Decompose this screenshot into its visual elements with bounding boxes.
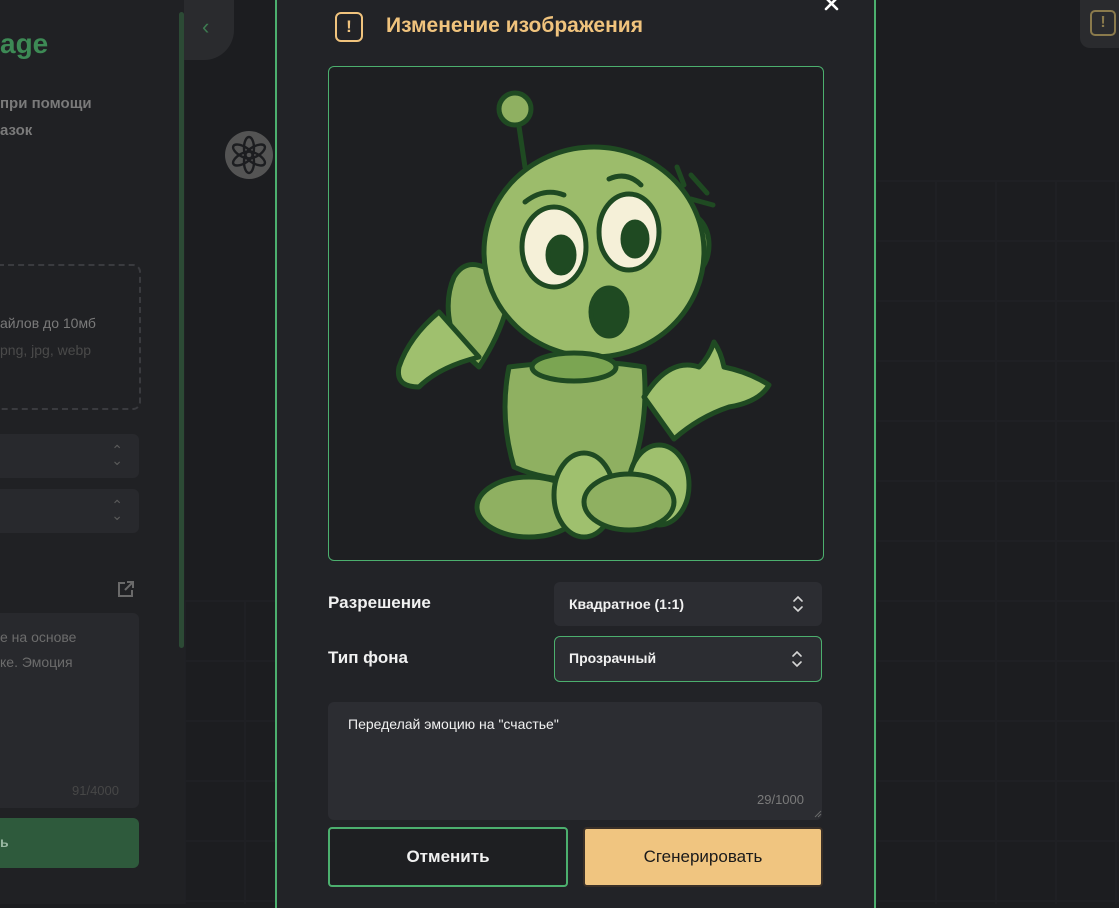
cancel-button[interactable]: Отменить — [328, 827, 568, 887]
generate-button[interactable]: Сгенерировать — [583, 827, 823, 887]
chevron-updown-icon — [793, 595, 803, 613]
bg-prompt-line-2: ке. Эмоция — [0, 654, 73, 670]
subtitle-line-1: при помощи — [0, 95, 92, 112]
bg-select-1[interactable]: ⌃ ⌄ — [0, 434, 139, 478]
modal-title: Изменение изображения — [386, 14, 643, 37]
bg-prompt-line-1: е на основе — [0, 629, 77, 645]
background-pattern — [184, 600, 276, 904]
subtitle-line-2: азок — [0, 122, 33, 139]
warning-icon: ! — [1090, 10, 1116, 36]
warning-icon: ! — [335, 12, 363, 42]
image-preview — [328, 66, 824, 561]
background-type-label: Тип фона — [328, 648, 408, 667]
chevron-updown-icon: ⌃ ⌄ — [111, 497, 123, 523]
bg-generate-button[interactable]: ь — [0, 818, 139, 868]
back-button[interactable]: ‹ — [184, 0, 234, 60]
chevron-left-icon: ‹ — [202, 14, 210, 39]
resolution-select[interactable]: Квадратное (1:1) — [554, 582, 822, 626]
upload-dropzone[interactable] — [0, 264, 141, 410]
edit-image-modal: ! Изменение изображения Разрешение Квадр… — [275, 0, 876, 908]
close-icon[interactable] — [822, 0, 848, 14]
sidebar-scrollbar[interactable] — [179, 12, 184, 648]
background-pattern — [875, 180, 1119, 904]
openai-logo-icon — [225, 131, 273, 179]
resolution-value: Квадратное (1:1) — [569, 596, 685, 612]
warning-button[interactable]: ! — [1080, 0, 1119, 48]
bg-prompt-counter: 91/4000 — [72, 783, 119, 798]
background-type-select[interactable]: Прозрачный — [554, 636, 822, 682]
bg-prompt-text: е на основе ке. Эмоция — [0, 625, 130, 675]
upload-formats: png, jpg, webp — [0, 342, 92, 358]
resize-grip-icon[interactable] — [814, 810, 822, 818]
upload-hint: айлов до 10мб — [0, 315, 96, 331]
bg-select-2[interactable]: ⌃ ⌄ — [0, 489, 139, 533]
resolution-label: Разрешение — [328, 593, 431, 612]
prompt-textarea[interactable]: Переделай эмоцию на "счастье" — [328, 702, 822, 820]
robot-illustration — [395, 90, 772, 540]
prompt-counter: 29/1000 — [757, 792, 804, 807]
bg-prompt-textarea[interactable]: е на основе ке. Эмоция 91/4000 — [0, 613, 139, 808]
page-title: age — [0, 28, 49, 59]
page-subtitle: при помощи азок — [0, 90, 175, 144]
external-link-icon[interactable] — [117, 580, 135, 598]
sidebar-panel: age при помощи азок айлов до 10мб png, j… — [0, 0, 185, 904]
chevron-updown-icon — [792, 650, 802, 668]
background-type-value: Прозрачный — [569, 650, 657, 666]
chevron-updown-icon: ⌃ ⌄ — [111, 442, 123, 468]
bg-generate-label: ь — [0, 834, 9, 850]
